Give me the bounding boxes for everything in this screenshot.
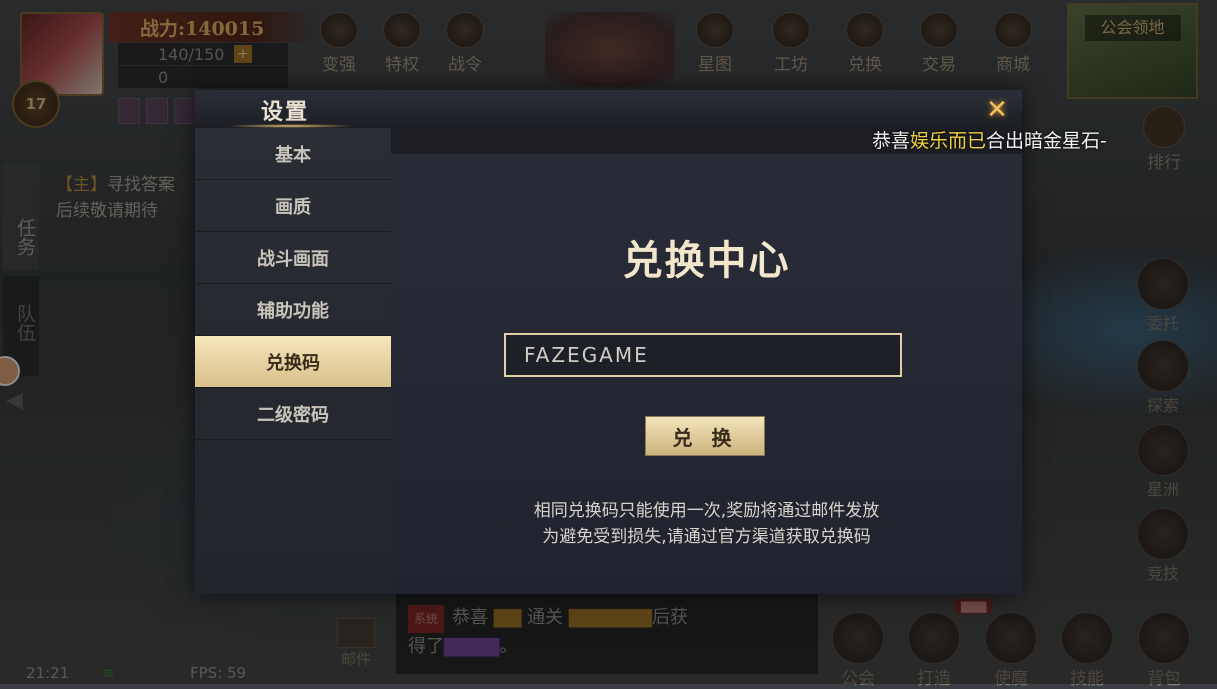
menu-item-battle-display[interactable]: 战斗画面 [195,232,391,284]
redeem-code-input[interactable] [504,333,902,377]
redeem-panel: 兑换中心 兑 换 相同兑换码只能使用一次,奖励将通过邮件发放 为避免受到损失,请… [391,128,1022,594]
redeem-note-line: 为避免受到损失,请通过官方渠道获取兑换码 [542,527,871,547]
broadcast-message: 恭喜娱乐而已合出暗金星石- [872,126,1107,153]
redeem-heading: 兑换中心 [622,237,791,284]
settings-dialog: 设置 ✕ 基本 画质 战斗画面 辅助功能 兑换码 二级密码 兑换中心 兑 换 相… [195,90,1022,594]
broadcast-suffix: 合出暗金星石- [986,130,1107,152]
redeem-note-line: 相同兑换码只能使用一次,奖励将通过邮件发放 [533,501,880,521]
redeem-button[interactable]: 兑 换 [645,416,765,456]
broadcast-prefix: 恭喜 [872,130,911,152]
menu-item-assist[interactable]: 辅助功能 [195,284,391,336]
settings-menu: 基本 画质 战斗画面 辅助功能 兑换码 二级密码 [195,128,391,594]
menu-item-basic[interactable]: 基本 [195,128,391,180]
settings-header: 设置 ✕ [195,90,1022,129]
redeem-note: 相同兑换码只能使用一次,奖励将通过邮件发放 为避免受到损失,请通过官方渠道获取兑… [391,498,1022,550]
broadcast-player-name: 娱乐而已 [910,130,987,152]
menu-item-redeem-code[interactable]: 兑换码 [195,336,391,388]
settings-title: 设置 [261,99,310,125]
menu-item-secondary-password[interactable]: 二级密码 [195,388,391,440]
close-icon[interactable]: ✕ [984,95,1010,125]
menu-item-graphics[interactable]: 画质 [195,180,391,232]
